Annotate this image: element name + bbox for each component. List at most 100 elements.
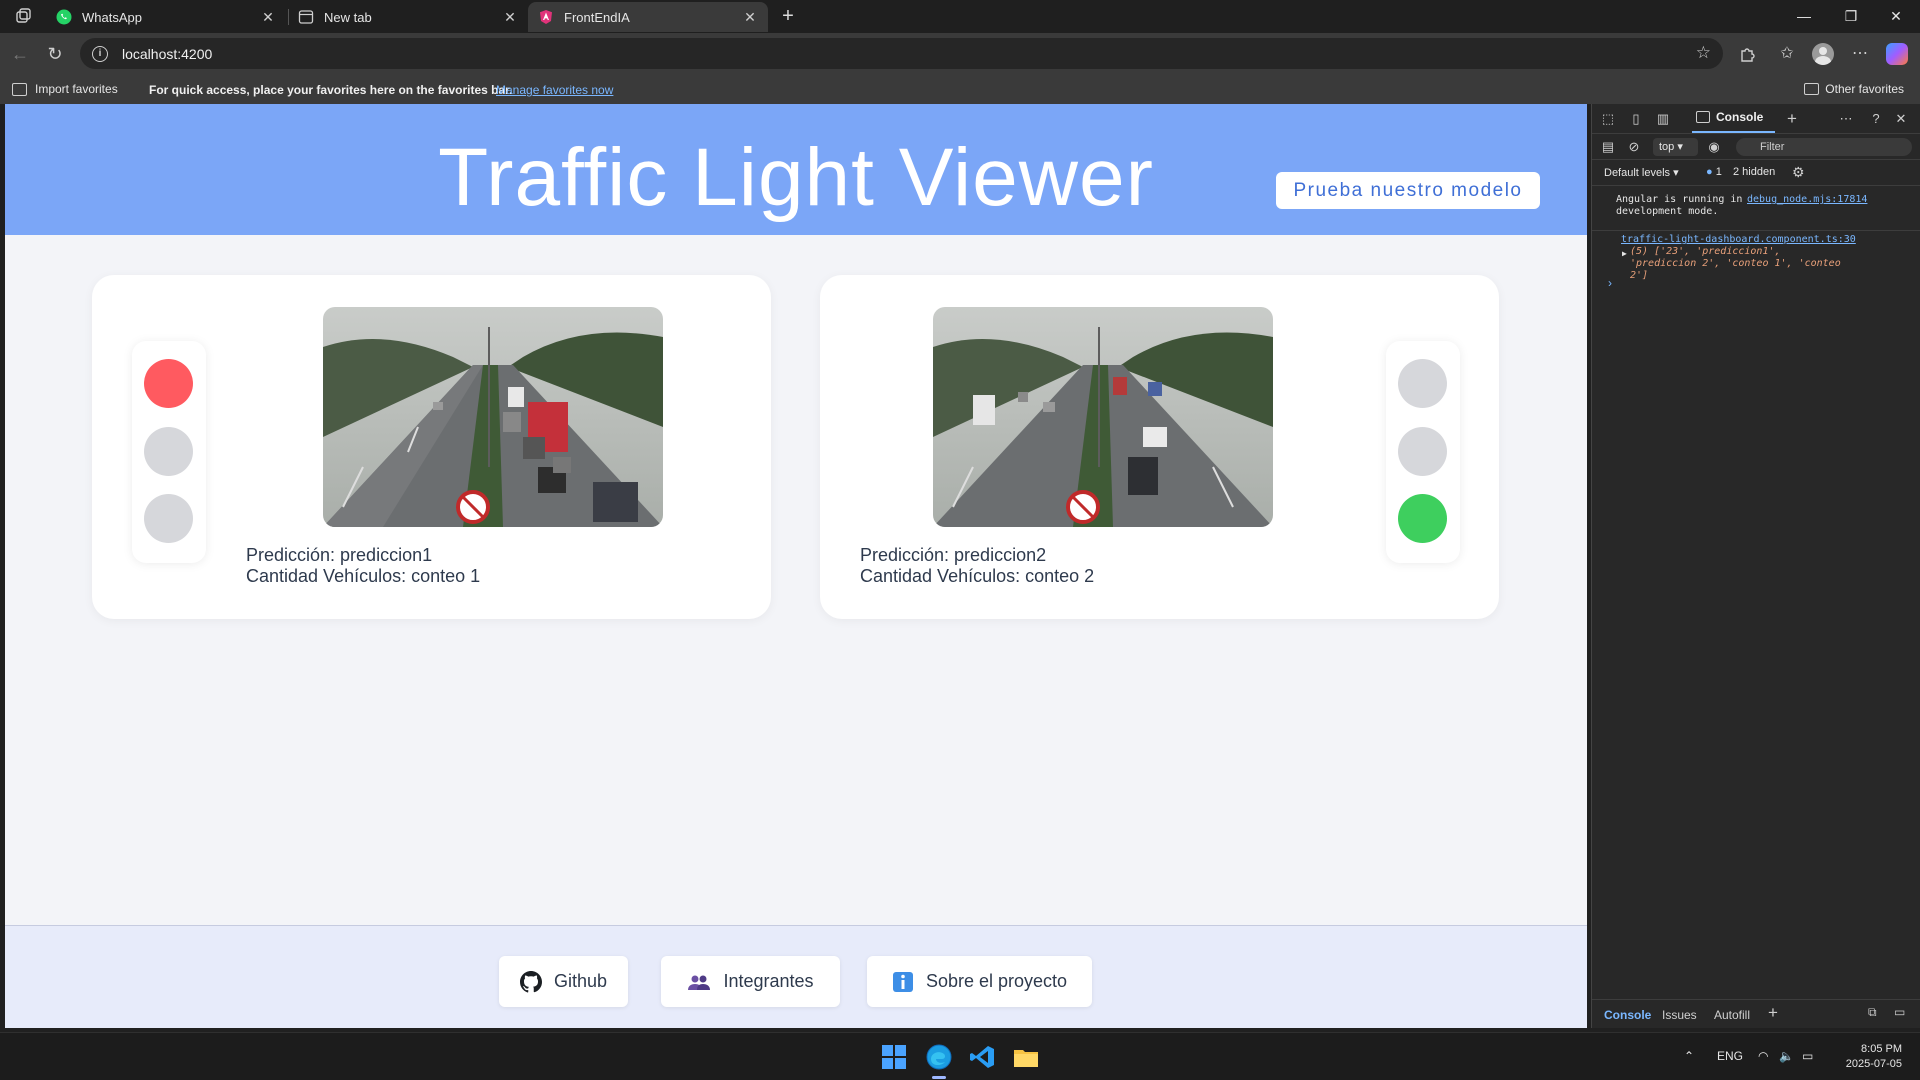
system-clock[interactable]: 8:05 PM 2025-07-05 (1846, 1042, 1902, 1072)
sidebar-icon[interactable]: ▤ (1600, 139, 1616, 155)
camera-image (323, 307, 663, 527)
angular-icon (538, 9, 554, 25)
close-window-button[interactable]: ✕ (1872, 0, 1920, 33)
windows-start-icon[interactable] (880, 1043, 908, 1071)
filter-placeholder: Filter (1760, 141, 1785, 153)
drawer-tab-issues[interactable]: Issues (1662, 1008, 1697, 1022)
about-project-button[interactable]: Sobre el proyecto (867, 956, 1092, 1007)
address-bar-row: ← ↻ i localhost:4200 ☆ ✩ ⋯ (0, 33, 1920, 75)
import-favorites-button[interactable]: Import favorites (12, 82, 118, 96)
tab-console[interactable]: Console (1691, 110, 1776, 133)
card-info: Predicción: prediccion2 Cantidad Vehícul… (860, 545, 1094, 587)
drawer-tab-autofill[interactable]: Autofill (1714, 1008, 1750, 1022)
profile-avatar[interactable] (1812, 43, 1834, 65)
manage-favorites-link[interactable]: Manage favorites now (496, 83, 613, 97)
integrantes-button[interactable]: Integrantes (661, 956, 840, 1007)
close-icon[interactable]: ✕ (1893, 111, 1909, 127)
add-drawer-tab-icon[interactable]: + (1768, 1003, 1778, 1023)
other-favorites-button[interactable]: Other favorites (1804, 82, 1904, 96)
prediction-text: Predicción: prediccion1 (246, 545, 433, 565)
more-menu-icon[interactable]: ⋯ (1848, 42, 1872, 66)
minimize-button[interactable]: — (1780, 0, 1828, 33)
tab-label: New tab (324, 9, 372, 25)
url-text[interactable]: localhost:4200 (122, 46, 212, 62)
context-select[interactable]: top ▾ (1653, 138, 1698, 156)
dock-icon[interactable]: ⧉ (1868, 1005, 1877, 1020)
add-tab-icon[interactable]: + (1784, 110, 1800, 127)
drawer-tab-console[interactable]: Console (1604, 1008, 1651, 1022)
levels-label: Default levels (1604, 167, 1671, 179)
help-icon[interactable]: ? (1868, 111, 1884, 127)
yellow-lamp (1398, 427, 1447, 476)
close-icon[interactable]: ✕ (502, 9, 518, 26)
console-icon (1696, 111, 1710, 123)
console-prompt[interactable]: › (1608, 276, 1612, 290)
app-viewport: Traffic Light Viewer Prueba nuestro mode… (5, 104, 1587, 1028)
console-message: traffic-light-dashboard.component.ts:30 … (1592, 230, 1920, 281)
device-toolbar-icon[interactable]: ▯ (1628, 111, 1644, 127)
traffic-card-1: Predicción: prediccion1 Cantidad Vehícul… (92, 275, 771, 619)
tab-actions-icon[interactable] (14, 7, 32, 25)
battery-icon[interactable]: ▭ (1802, 1049, 1813, 1063)
prediction-text: Predicción: prediccion2 (860, 545, 1047, 565)
more-icon[interactable]: ⋯ (1838, 111, 1854, 127)
message-source-link[interactable]: traffic-light-dashboard.component.ts:30 (1621, 234, 1856, 246)
red-lamp (144, 359, 193, 408)
vehicle-count-text: Cantidad Vehículos: conteo 1 (246, 566, 481, 586)
devtools-panel: ⬚ ▯ ▥ Console + ⋯ ? ✕ ▤ ⊘ top ▾ ◉ Filter… (1591, 104, 1920, 1028)
devtools-toolbar: ⬚ ▯ ▥ Console + ⋯ ? ✕ (1592, 104, 1920, 134)
github-button[interactable]: Github (499, 956, 628, 1007)
new-tab-button[interactable]: + (776, 4, 800, 28)
issues-badge[interactable]: ● 1 (1706, 166, 1722, 178)
sidebar-toggle-icon[interactable]: ▥ (1655, 111, 1671, 127)
other-favorites-label: Other favorites (1825, 82, 1904, 96)
language-indicator[interactable]: ENG (1717, 1049, 1743, 1063)
favorite-star-icon[interactable]: ☆ (1696, 43, 1711, 63)
console-levels-bar: Default levels ▾ ● 1 2 hidden ⚙ (1592, 160, 1920, 186)
inspect-icon[interactable]: ⬚ (1600, 111, 1616, 127)
vscode-icon[interactable] (968, 1043, 996, 1071)
close-icon[interactable]: ✕ (260, 9, 276, 26)
message-source-link[interactable]: debug_node.mjs:17814 (1747, 194, 1867, 206)
folder-icon (1804, 83, 1820, 95)
edge-icon[interactable] (925, 1043, 953, 1071)
console-tab-label: Console (1716, 110, 1764, 124)
settings-gear-icon[interactable]: ⚙ (1792, 164, 1805, 181)
expand-arrow-icon[interactable]: ▶ (1622, 248, 1627, 260)
console-toolbar: ▤ ⊘ top ▾ ◉ Filter (1592, 134, 1920, 160)
green-lamp (144, 494, 193, 543)
extensions-icon[interactable] (1735, 42, 1759, 66)
file-explorer-icon[interactable] (1012, 1043, 1040, 1071)
try-model-button[interactable]: Prueba nuestro modelo (1276, 172, 1540, 209)
people-icon (687, 972, 711, 992)
clear-console-icon[interactable]: ⊘ (1626, 139, 1642, 155)
clock-date: 2025-07-05 (1845, 1058, 1902, 1070)
restore-button[interactable]: ❐ (1827, 0, 1875, 33)
issues-count: 1 (1715, 166, 1722, 178)
context-value: top (1659, 141, 1675, 153)
address-bar[interactable]: i localhost:4200 ☆ (80, 38, 1723, 69)
about-project-label: Sobre el proyecto (925, 971, 1068, 991)
collapse-drawer-icon[interactable]: ▭ (1894, 1005, 1905, 1019)
tab-frontendia[interactable]: FrontEndIA ✕ (528, 2, 768, 32)
tab-new-tab[interactable]: New tab ✕ (288, 2, 528, 32)
github-label: Github (553, 971, 608, 991)
info-icon (892, 971, 914, 993)
volume-icon[interactable]: 🔈 (1779, 1049, 1794, 1063)
levels-dropdown[interactable]: Default levels ▾ (1604, 166, 1679, 179)
wifi-icon[interactable]: ◠ (1758, 1049, 1768, 1063)
eye-icon[interactable]: ◉ (1706, 139, 1722, 155)
tab-label: FrontEndIA (564, 9, 630, 25)
close-icon[interactable]: ✕ (742, 9, 758, 26)
hidden-count: 2 hidden (1733, 166, 1776, 178)
back-button[interactable]: ← (8, 42, 32, 66)
favorites-icon[interactable]: ✩ (1775, 42, 1799, 66)
filter-input[interactable]: Filter (1736, 138, 1912, 156)
reload-button[interactable]: ↻ (43, 42, 67, 66)
copilot-icon[interactable] (1886, 43, 1908, 65)
tab-whatsapp[interactable]: WhatsApp ✕ (46, 2, 286, 32)
site-info-icon[interactable]: i (92, 45, 108, 62)
tray-overflow-icon[interactable]: ⌃ (1684, 1049, 1694, 1063)
taskbar: ⌃ ENG ◠ 🔈 ▭ 8:05 PM 2025-07-05 (0, 1032, 1920, 1080)
tab-label: WhatsApp (82, 9, 142, 25)
